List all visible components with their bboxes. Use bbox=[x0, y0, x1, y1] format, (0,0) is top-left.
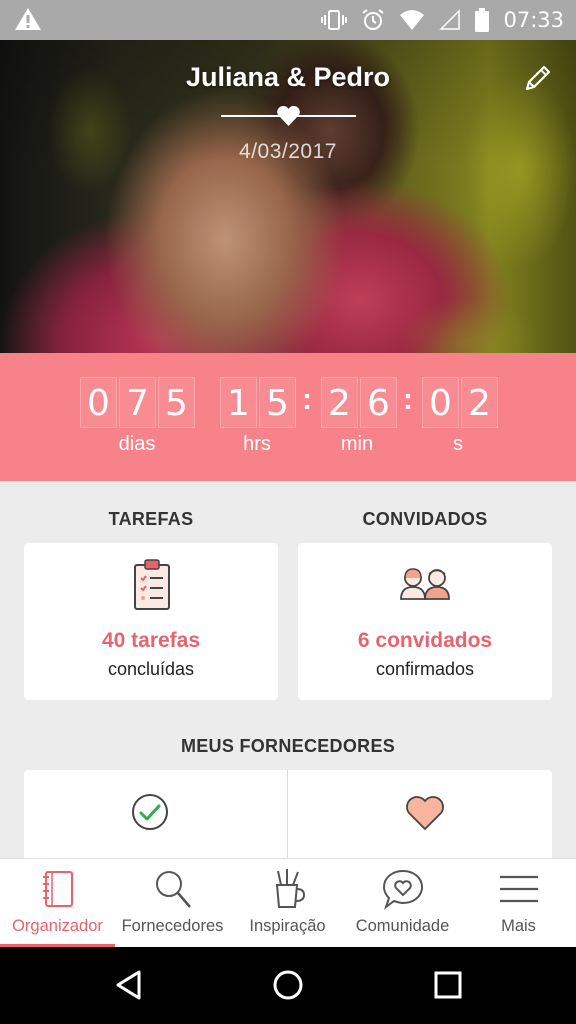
tasks-card[interactable]: 40 tarefas concluídas bbox=[24, 543, 278, 700]
tasks-title: TAREFAS bbox=[108, 509, 194, 529]
bottom-navigation: Organizador Fornecedores Inspiração Comu… bbox=[0, 858, 576, 948]
nav-label: Mais bbox=[501, 917, 536, 935]
pencil-edit-icon[interactable] bbox=[522, 62, 554, 94]
tasks-status: concluídas bbox=[107, 659, 195, 679]
countdown-digit: 7 bbox=[119, 377, 156, 428]
notebook-icon bbox=[42, 871, 73, 907]
countdown-separator: : bbox=[403, 383, 413, 416]
minutes-label: min bbox=[340, 433, 374, 455]
clock-time: 07:33 bbox=[503, 8, 564, 32]
wifi-icon bbox=[400, 10, 425, 30]
couple-names: Juliana & Pedro bbox=[185, 62, 391, 92]
back-icon[interactable] bbox=[112, 968, 146, 1002]
search-icon bbox=[155, 871, 191, 908]
chat-heart-icon bbox=[382, 869, 423, 910]
countdown-digit: 0 bbox=[422, 377, 459, 428]
countdown-panel: 0 7 5 1 5 : 2 6 : 0 2 dias hrs min s bbox=[0, 353, 576, 481]
countdown-digit: 1 bbox=[220, 377, 257, 428]
guests-count: 6 convidados bbox=[357, 629, 493, 652]
seconds-label: s bbox=[453, 433, 463, 455]
countdown-digit: 5 bbox=[259, 377, 296, 428]
vendors-divider bbox=[287, 770, 288, 870]
guests-title: CONVIDADOS bbox=[362, 509, 488, 529]
system-navigation-bar bbox=[0, 947, 576, 1024]
check-circle-icon[interactable] bbox=[130, 792, 170, 832]
home-icon[interactable] bbox=[271, 968, 305, 1002]
guests-status: confirmados bbox=[375, 659, 475, 679]
countdown-digit: 6 bbox=[360, 377, 397, 428]
nav-item-organizador[interactable]: Organizador bbox=[0, 859, 115, 948]
nav-label: Fornecedores bbox=[121, 917, 224, 935]
heart-icon[interactable] bbox=[404, 794, 446, 832]
nav-label: Organizador bbox=[12, 917, 103, 935]
menu-icon bbox=[499, 875, 538, 903]
nav-label: Comunidade bbox=[355, 917, 450, 935]
days-label: dias bbox=[118, 433, 156, 455]
guests-couple-icon bbox=[400, 568, 450, 600]
nav-item-inspiracao[interactable]: Inspiração bbox=[230, 859, 345, 948]
guests-card[interactable]: 6 convidados confirmados bbox=[298, 543, 552, 700]
vibrate-icon bbox=[321, 10, 348, 30]
vendors-card bbox=[24, 770, 552, 870]
nav-item-fornecedores[interactable]: Fornecedores bbox=[115, 859, 230, 948]
wedding-date: 4/03/2017 bbox=[239, 140, 337, 163]
status-bar: 07:33 bbox=[0, 0, 576, 40]
hours-label: hrs bbox=[243, 433, 271, 455]
warning-icon bbox=[15, 8, 41, 30]
signal-icon bbox=[439, 9, 461, 30]
battery-icon bbox=[475, 8, 490, 32]
countdown-digit: 2 bbox=[461, 377, 498, 428]
nav-label: Inspiração bbox=[249, 917, 326, 935]
nav-item-mais[interactable]: Mais bbox=[461, 859, 576, 948]
countdown-digit: 2 bbox=[321, 377, 358, 428]
clipboard-checklist-icon bbox=[134, 559, 170, 610]
heart-divider-icon bbox=[221, 105, 356, 126]
countdown-separator: : bbox=[302, 383, 312, 416]
recents-icon[interactable] bbox=[431, 968, 465, 1002]
countdown-digit: 5 bbox=[158, 377, 195, 428]
countdown-digit: 0 bbox=[80, 377, 117, 428]
cup-pencils-icon bbox=[275, 869, 305, 908]
couple-photo-header: Juliana & Pedro 4/03/2017 bbox=[0, 40, 576, 353]
nav-item-comunidade[interactable]: Comunidade bbox=[345, 859, 460, 948]
alarm-icon bbox=[362, 9, 385, 30]
tasks-count: 40 tarefas bbox=[101, 629, 201, 652]
vendors-title: MEUS FORNECEDORES bbox=[180, 736, 396, 756]
